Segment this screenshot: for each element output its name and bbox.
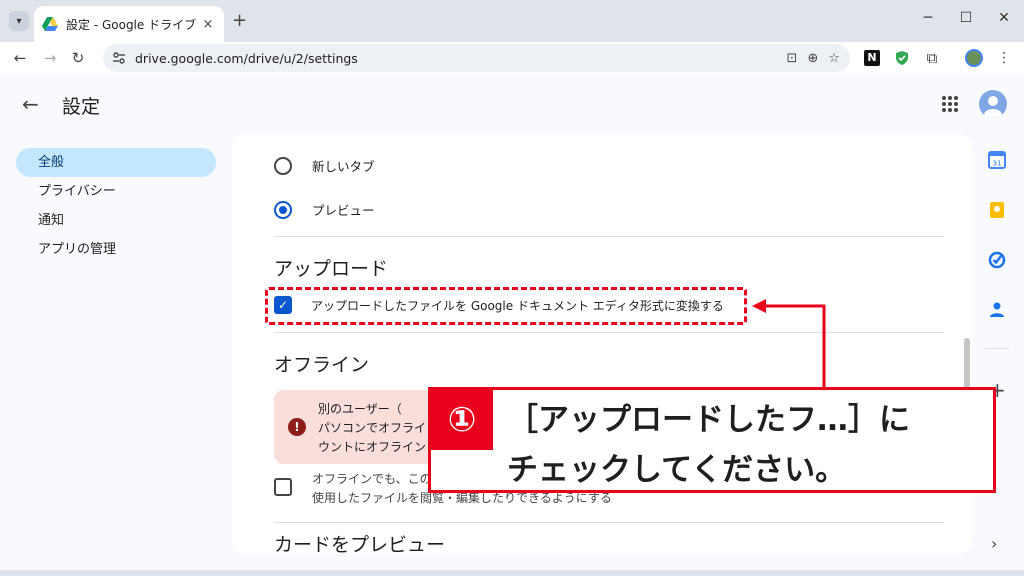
expand-panel-icon[interactable]: › [991, 534, 997, 553]
offline-checkbox[interactable] [274, 478, 292, 496]
browser-tab[interactable]: 設定 - Google ドライブ × [34, 6, 224, 42]
reload-icon[interactable]: ↻ [68, 48, 88, 68]
step-number-badge: ① [431, 390, 493, 450]
profile-avatar-icon[interactable] [964, 48, 984, 68]
offline-checkbox-row[interactable] [274, 478, 292, 496]
error-icon: ! [288, 418, 306, 436]
account-avatar[interactable] [979, 90, 1007, 118]
bookmark-star-icon[interactable]: ☆ [828, 51, 840, 66]
shield-extension-icon[interactable] [892, 48, 912, 68]
keep-icon[interactable] [987, 200, 1007, 220]
back-icon[interactable]: ← [10, 48, 30, 68]
card-preview-section-title: カードをプレビュー [274, 534, 446, 554]
forward-icon[interactable]: → [40, 48, 60, 68]
upload-section-title: アップロード [274, 258, 389, 280]
offline-section-title: オフライン [274, 354, 370, 376]
callout-line-2: チェックしてください。 [507, 452, 847, 488]
google-drive-icon [42, 17, 58, 31]
radio-preview[interactable] [274, 200, 292, 219]
sidebar-item-general[interactable]: 全般 [16, 148, 216, 177]
tab-close-icon[interactable]: × [200, 17, 216, 32]
svg-text:31: 31 [993, 160, 1002, 168]
radio-new-tab-label: 新しいタブ [312, 159, 375, 174]
side-panel: 31 + › [977, 134, 1017, 564]
tab-title: 設定 - Google ドライブ [66, 17, 197, 32]
extensions-puzzle-icon[interactable]: ⧉ [922, 48, 942, 68]
tab-strip: ▾ 設定 - Google ドライブ × + ─ ☐ ✕ [0, 0, 1024, 42]
contacts-icon[interactable] [987, 300, 1007, 320]
divider [274, 332, 944, 333]
google-apps-icon[interactable] [940, 94, 960, 114]
calendar-icon[interactable]: 31 [987, 150, 1007, 170]
sidebar-item-manage-apps[interactable]: アプリの管理 [16, 235, 216, 264]
radio-new-tab[interactable] [274, 156, 292, 175]
radio-preview-label: プレビュー [312, 203, 375, 218]
tasks-icon[interactable] [987, 250, 1007, 270]
side-panel-divider [985, 348, 1009, 349]
settings-sidebar: 全般 プライバシー 通知 アプリの管理 [16, 148, 216, 264]
address-bar[interactable]: drive.google.com/drive/u/2/settings ⊡ ⊕ … [103, 44, 850, 72]
radio-new-tab-row[interactable]: 新しいタブ [274, 156, 375, 175]
close-window-button[interactable]: ✕ [994, 10, 1014, 26]
minimize-button[interactable]: ─ [918, 10, 938, 26]
sidebar-item-notifications[interactable]: 通知 [16, 206, 216, 235]
divider [274, 236, 944, 237]
back-arrow-icon[interactable]: ← [22, 92, 39, 116]
browser-toolbar: ← → ↻ drive.google.com/drive/u/2/setting… [0, 42, 1024, 74]
radio-preview-row[interactable]: プレビュー [274, 200, 375, 219]
site-settings-icon[interactable] [111, 50, 127, 66]
zoom-icon[interactable]: ⊕ [807, 51, 818, 66]
tab-search-button[interactable]: ▾ [9, 11, 29, 31]
divider [274, 522, 944, 523]
sidebar-item-privacy[interactable]: プライバシー [16, 177, 216, 206]
page-title: 設定 [62, 96, 101, 118]
install-app-icon[interactable]: ⊡ [787, 51, 798, 66]
highlight-box [265, 287, 747, 325]
new-tab-button[interactable]: + [232, 10, 247, 31]
notion-extension-icon[interactable]: N [862, 48, 882, 68]
browser-menu-icon[interactable]: ⋮ [994, 48, 1014, 68]
callout-line-1: ［アップロードしたフ…］に [507, 402, 910, 438]
url-text: drive.google.com/drive/u/2/settings [135, 50, 358, 66]
instruction-callout: ① ［アップロードしたフ…］に チェックしてください。 [428, 387, 996, 493]
maximize-button[interactable]: ☐ [956, 10, 976, 26]
